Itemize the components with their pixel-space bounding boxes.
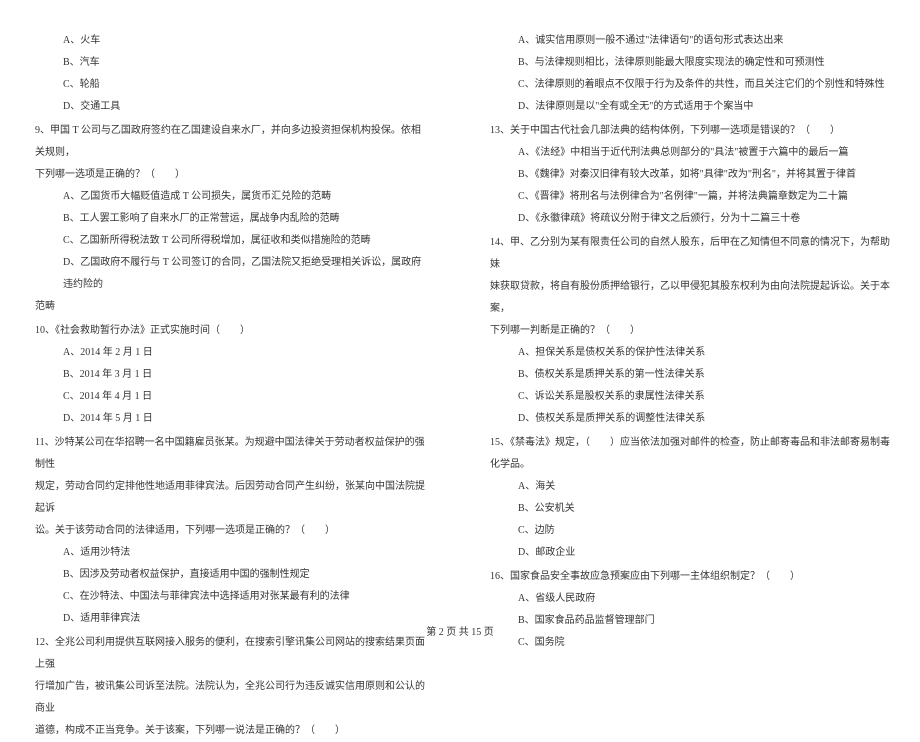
q10-stem: 10、《社会救助暂行办法》正式实施时间（ ） xyxy=(35,320,430,342)
q12-option-d: D、法律原则是以"全有或全无"的方式适用于个案当中 xyxy=(490,96,890,118)
q12-stem-line2: 行增加广告，被讯集公司诉至法院。法院认为，全兆公司行为违反诚实信用原则和公认的商… xyxy=(35,676,430,720)
q13-option-d: D、《永徽律疏》将疏议分附于律文之后颁行，分为十二篇三十卷 xyxy=(490,208,890,230)
q15-option-c: C、边防 xyxy=(490,520,890,542)
q10-option-d: D、2014 年 5 月 1 日 xyxy=(35,408,430,430)
q14-stem-line1: 14、甲、乙分别为某有限责任公司的自然人股东，后甲在乙知情但不同意的情况下，为帮… xyxy=(490,232,890,276)
q15-option-a: A、海关 xyxy=(490,476,890,498)
q9-option-b: B、工人罢工影响了自来水厂的正常营运，属战争内乱险的范畴 xyxy=(35,208,430,230)
q16-option-a: A、省级人民政府 xyxy=(490,588,890,610)
q11-option-a: A、适用沙特法 xyxy=(35,542,430,564)
q14-stem-line2: 妹获取贷款，将自有股份质押给银行，乙以甲侵犯其股东权利为由向法院提起诉讼。关于本… xyxy=(490,276,890,320)
q13-option-a: A、《法经》中相当于近代刑法典总则部分的"具法"被置于六篇中的最后一篇 xyxy=(490,142,890,164)
q8-option-b: B、汽车 xyxy=(35,52,430,74)
right-column: A、诚实信用原则一般不通过"法律语句"的语句形式表达出来 B、与法律规则相比，法… xyxy=(460,0,920,650)
q16-stem: 16、国家食品安全事故应急预案应由下列哪一主体组织制定？（ ） xyxy=(490,566,890,588)
q15-stem-line2: 化学品。 xyxy=(490,454,890,476)
q12-option-b: B、与法律规则相比，法律原则能最大限度实现法的确定性和可预测性 xyxy=(490,52,890,74)
q14-option-a: A、担保关系是债权关系的保护性法律关系 xyxy=(490,342,890,364)
q15-option-b: B、公安机关 xyxy=(490,498,890,520)
q12-stem-line3: 道德，构成不正当竞争。关于该案，下列哪一说法是正确的？（ ） xyxy=(35,720,430,742)
q11-option-c: C、在沙特法、中国法与菲律宾法中选择适用对张某最有利的法律 xyxy=(35,586,430,608)
q9-option-c: C、乙国新所得税法致 T 公司所得税增加，属征收和类似措施险的范畴 xyxy=(35,230,430,252)
q9-stem-line1: 9、甲国 T 公司与乙国政府签约在乙国建设自来水厂，并向多边投资担保机构投保。依… xyxy=(35,120,430,164)
q9-option-d-line1: D、乙国政府不履行与 T 公司签订的合同，乙国法院又拒绝受理相关诉讼，属政府违约… xyxy=(35,252,430,296)
q14-stem-line3: 下列哪一判断是正确的？（ ） xyxy=(490,320,890,342)
left-column: A、火车 B、汽车 C、轮船 D、交通工具 9、甲国 T 公司与乙国政府签约在乙… xyxy=(0,0,460,650)
q14-option-d: D、债权关系是质押关系的调整性法律关系 xyxy=(490,408,890,430)
q9-stem-line2: 下列哪一选项是正确的？（ ） xyxy=(35,164,430,186)
q11-option-b: B、因涉及劳动者权益保护，直接适用中国的强制性规定 xyxy=(35,564,430,586)
q8-option-a: A、火车 xyxy=(35,30,430,52)
page-footer: 第 2 页 共 15 页 xyxy=(0,623,920,638)
q11-stem-line1: 11、沙特某公司在华招聘一名中国籍雇员张某。为规避中国法律关于劳动者权益保护的强… xyxy=(35,432,430,476)
q8-option-c: C、轮船 xyxy=(35,74,430,96)
q10-option-b: B、2014 年 3 月 1 日 xyxy=(35,364,430,386)
q15-stem-line1: 15、《禁毒法》规定，（ ）应当依法加强对邮件的检查，防止邮寄毒品和非法邮寄易制… xyxy=(490,432,890,454)
q11-stem-line3: 讼。关于该劳动合同的法律适用，下列哪一选项是正确的？（ ） xyxy=(35,520,430,542)
q13-option-c: C、《晋律》将刑名与法例律合为"名例律"一篇，并将法典篇章数定为二十篇 xyxy=(490,186,890,208)
q12-stem-line1: 12、全兆公司利用提供互联网接入服务的便利，在搜索引擎讯集公司网站的搜索结果页面… xyxy=(35,632,430,676)
q14-option-b: B、债权关系是质押关系的第一性法律关系 xyxy=(490,364,890,386)
q12-option-a: A、诚实信用原则一般不通过"法律语句"的语句形式表达出来 xyxy=(490,30,890,52)
q13-option-b: B、《魏律》对秦汉旧律有较大改革，如将"具律"改为"刑名"，并将其置于律首 xyxy=(490,164,890,186)
q10-option-c: C、2014 年 4 月 1 日 xyxy=(35,386,430,408)
q12-option-c: C、法律原则的着眼点不仅限于行为及条件的共性，而且关注它们的个别性和特殊性 xyxy=(490,74,890,96)
q13-stem: 13、关于中国古代社会几部法典的结构体例，下列哪一选项是错误的？（ ） xyxy=(490,120,890,142)
q9-option-a: A、乙国货币大幅贬值造成 T 公司损失，属货币汇兑险的范畴 xyxy=(35,186,430,208)
q8-option-d: D、交通工具 xyxy=(35,96,430,118)
q14-option-c: C、诉讼关系是股权关系的隶属性法律关系 xyxy=(490,386,890,408)
q11-stem-line2: 规定，劳动合同约定排他性地适用菲律宾法。后因劳动合同产生纠纷，张某向中国法院提起… xyxy=(35,476,430,520)
q9-option-d-line2: 范畴 xyxy=(35,296,430,318)
q15-option-d: D、邮政企业 xyxy=(490,542,890,564)
q10-option-a: A、2014 年 2 月 1 日 xyxy=(35,342,430,364)
